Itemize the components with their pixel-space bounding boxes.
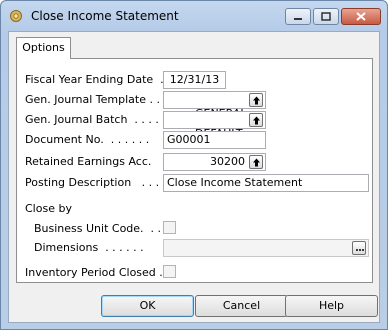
close-icon bbox=[342, 12, 380, 27]
close-by-heading: Close by bbox=[25, 202, 72, 215]
help-button[interactable]: Help bbox=[285, 295, 378, 317]
lookup-arrow-icon[interactable] bbox=[249, 113, 263, 127]
retained-earnings-acc-field[interactable]: 30200 bbox=[163, 153, 266, 171]
fiscal-year-ending-date-field[interactable]: 12/31/13 bbox=[163, 71, 226, 89]
minimize-icon bbox=[286, 14, 310, 27]
lookup-arrow-icon[interactable] bbox=[249, 93, 263, 107]
fiscal-year-ending-date-label: Fiscal Year Ending Date . bbox=[25, 73, 164, 86]
minimize-button[interactable] bbox=[285, 8, 311, 25]
retained-earnings-acc-value: 30200 bbox=[210, 155, 245, 168]
gen-journal-batch-label: Gen. Journal Batch . . . . bbox=[25, 113, 159, 126]
document-no-field[interactable]: G00001 bbox=[163, 131, 266, 149]
title-bar[interactable]: Close Income Statement bbox=[1, 1, 387, 31]
business-unit-code-label: Business Unit Code. . . bbox=[34, 222, 162, 235]
dimensions-label: Dimensions . . . . . . bbox=[34, 241, 144, 254]
business-unit-code-checkbox[interactable] bbox=[163, 221, 176, 234]
gen-journal-template-field[interactable]: GENERAL bbox=[163, 91, 266, 120]
close-button[interactable] bbox=[341, 8, 381, 25]
dialog-client: Options Fiscal Year Ending Date . 12/31/… bbox=[8, 31, 380, 323]
window-title: Close Income Statement bbox=[31, 9, 179, 23]
dialog-window: Close Income Statement Options Fiscal Ye… bbox=[0, 0, 388, 330]
posting-description-field[interactable]: Close Income Statement bbox=[163, 174, 369, 192]
posting-description-label: Posting Description . . . bbox=[25, 176, 160, 189]
gen-journal-batch-field[interactable]: DEFAULT bbox=[163, 111, 266, 140]
lookup-arrow-icon[interactable] bbox=[249, 155, 263, 169]
ellipsis-icon[interactable] bbox=[352, 241, 366, 255]
tab-options[interactable]: Options bbox=[16, 37, 71, 59]
dimensions-field[interactable] bbox=[163, 239, 369, 257]
retained-earnings-acc-label: Retained Earnings Acc. . bbox=[25, 155, 166, 168]
maximize-button[interactable] bbox=[313, 8, 339, 25]
inventory-period-closed-checkbox[interactable] bbox=[163, 265, 176, 278]
gear-icon bbox=[9, 9, 23, 23]
options-panel: Fiscal Year Ending Date . 12/31/13 Gen. … bbox=[16, 58, 373, 283]
gen-journal-template-label: Gen. Journal Template . . bbox=[25, 93, 160, 106]
cancel-button[interactable]: Cancel bbox=[195, 295, 288, 317]
ok-button[interactable]: OK bbox=[101, 295, 194, 317]
maximize-icon bbox=[314, 12, 338, 27]
document-no-label: Document No. . . . . . . bbox=[25, 133, 150, 146]
inventory-period-closed-label: Inventory Period Closed . bbox=[25, 266, 163, 279]
